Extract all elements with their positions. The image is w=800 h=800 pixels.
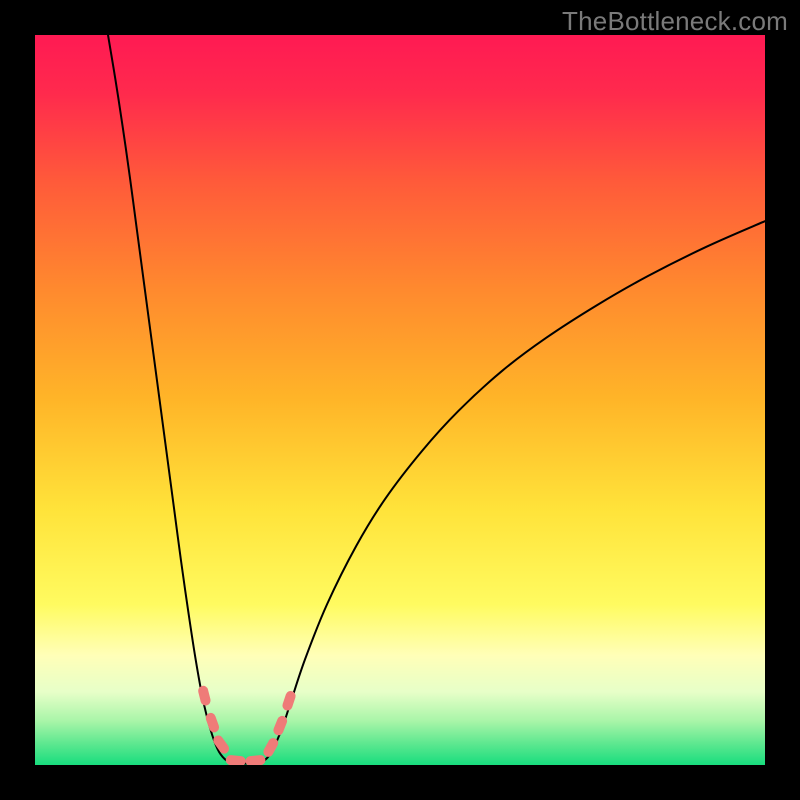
gradient-background <box>35 35 765 765</box>
chart-frame: TheBottleneck.com <box>0 0 800 800</box>
chart-svg <box>35 35 765 765</box>
plot-area <box>35 35 765 765</box>
watermark-text: TheBottleneck.com <box>562 6 788 37</box>
